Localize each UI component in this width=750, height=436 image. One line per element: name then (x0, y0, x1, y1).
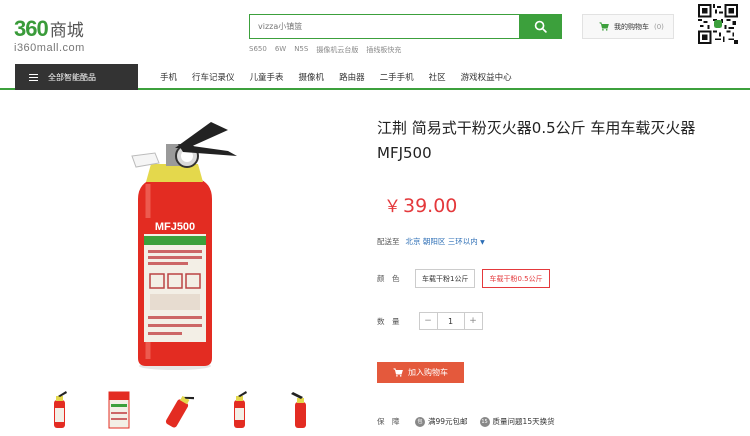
qr-code-image (698, 4, 738, 44)
cart-icon (599, 22, 609, 31)
extinguisher-model-text: MFJ500 (155, 221, 195, 233)
menu-icon (29, 73, 38, 81)
quantity-row: 数 量 − 1 + (377, 312, 483, 330)
quantity-input[interactable]: 1 (436, 313, 465, 329)
spec-option-1kg[interactable]: 车载干粉1公斤 (415, 269, 476, 288)
nav-item-community[interactable]: 社区 (429, 71, 446, 83)
nav-item-kids-watch[interactable]: 儿童手表 (250, 71, 284, 83)
nav-item-used-phone[interactable]: 二手手机 (380, 71, 414, 83)
product-thumbnail[interactable] (284, 390, 314, 430)
delivery-label: 配送至 (377, 237, 400, 246)
delivery-location-text: 北京 朝阳区 三环以内 (405, 237, 478, 246)
hot-word[interactable]: 6W (275, 45, 286, 55)
guarantee-text: 质量问题15天换货 (492, 417, 555, 426)
guarantee-text: 满99元包邮 (428, 417, 468, 426)
thumbnail-strip (44, 390, 314, 430)
all-categories-menu[interactable]: 全部智能酷品 (15, 64, 138, 90)
search-input[interactable] (250, 15, 519, 38)
delivery-row: 配送至 北京 朝阳区 三环以内 ▼ (377, 236, 485, 247)
add-to-cart-label: 加入购物车 (408, 368, 448, 377)
nav-item-router[interactable]: 路由器 (339, 71, 365, 83)
nav-items: 手机 行车记录仪 儿童手表 摄像机 路由器 二手手机 社区 游戏权益中心 (160, 64, 527, 90)
free-shipping-badge-icon: 包 (415, 416, 425, 427)
price-value: 39.00 (403, 195, 458, 217)
hot-word[interactable]: S650 (249, 45, 267, 55)
spec-option-0.5kg[interactable]: 车载干粉0.5公斤 (482, 269, 550, 288)
nav-item-camera[interactable]: 摄像机 (299, 71, 325, 83)
header: 360商城 i360mall.com S650 6W N5S 摄像机云台版 插线… (0, 0, 750, 64)
guarantee-row: 保 障 包 满99元包邮 15 质量问题15天换货 (377, 416, 567, 427)
color-label: 颜 色 (377, 274, 400, 283)
my-cart-button[interactable]: 我的购物车 (0) (582, 14, 674, 39)
nav-item-dashcam[interactable]: 行车记录仪 (192, 71, 235, 83)
logo-main-text: 360 (14, 16, 49, 41)
search-icon (534, 20, 547, 33)
product-thumbnail[interactable] (44, 390, 74, 430)
quantity-stepper: − 1 + (418, 312, 483, 330)
price-currency: ￥ (384, 197, 401, 217)
hot-search-words: S650 6W N5S 摄像机云台版 插线板快充 (249, 45, 401, 55)
site-logo[interactable]: 360 商城 i360mall.com (14, 16, 85, 55)
guarantee-label: 保 障 (377, 417, 400, 426)
guarantee-item: 15 质量问题15天换货 (479, 416, 555, 427)
logo-cn-text: 商城 (49, 21, 84, 40)
cart-icon (393, 368, 403, 377)
delivery-location-select[interactable]: 北京 朝阳区 三环以内 ▼ (406, 236, 485, 247)
quantity-decrease-button[interactable]: − (420, 313, 437, 329)
hot-word[interactable]: N5S (294, 45, 308, 55)
quantity-increase-button[interactable]: + (465, 313, 482, 329)
guarantee-item: 包 满99元包邮 (415, 416, 468, 427)
nav-item-phone[interactable]: 手机 (160, 71, 177, 83)
cart-label: 我的购物车 (614, 22, 649, 31)
main-navbar: 全部智能酷品 手机 行车记录仪 儿童手表 摄像机 路由器 二手手机 社区 游戏权… (0, 64, 750, 90)
nav-item-game-center[interactable]: 游戏权益中心 (461, 71, 512, 83)
hot-word[interactable]: 插线板快充 (366, 45, 401, 55)
caret-down-icon: ▼ (480, 239, 485, 246)
all-categories-label: 全部智能酷品 (48, 72, 96, 82)
product-thumbnail[interactable] (164, 390, 194, 430)
hot-word[interactable]: 摄像机云台版 (316, 45, 358, 55)
cart-count: (0) (654, 22, 664, 31)
quantity-label: 数 量 (377, 316, 400, 326)
product-price: ￥ 39.00 (384, 192, 457, 217)
product-main-image: MFJ500 (131, 122, 237, 370)
logo-domain: i360mall.com (14, 42, 85, 54)
product-title: 江荆 简易式干粉灭火器0.5公斤 车用车载灭火器MFJ500 (377, 119, 696, 162)
product-thumbnail[interactable] (104, 390, 134, 430)
add-to-cart-button[interactable]: 加入购物车 (377, 362, 464, 383)
color-spec-row: 颜 色 车载干粉1公斤 车载干粉0.5公斤 (377, 269, 557, 288)
search-button[interactable] (519, 15, 561, 38)
search-bar (249, 14, 562, 39)
product-thumbnail[interactable] (224, 390, 254, 430)
exchange-badge-icon: 15 (479, 416, 490, 427)
